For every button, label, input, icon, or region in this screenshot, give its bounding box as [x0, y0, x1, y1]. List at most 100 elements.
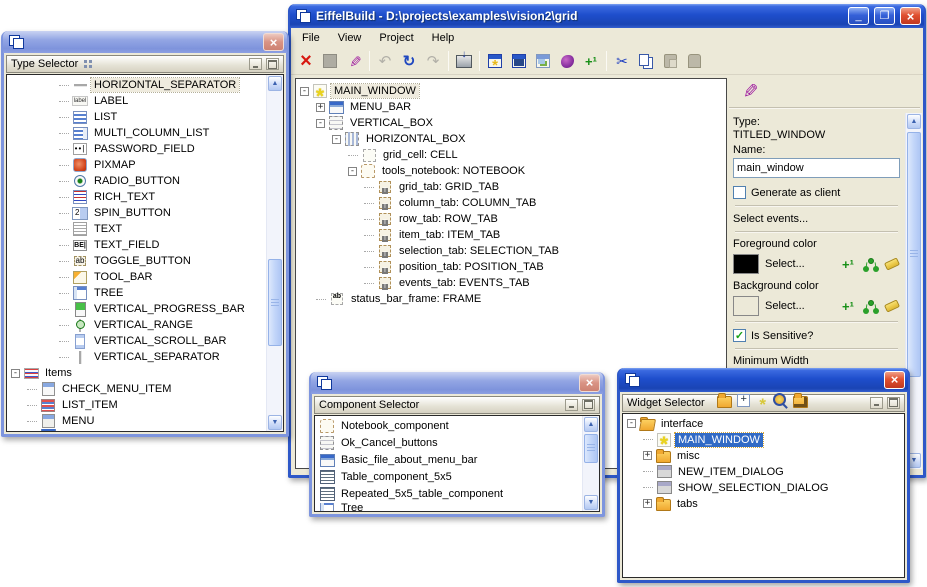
close-button[interactable]: × [263, 33, 284, 51]
menu-item-project[interactable]: Project [370, 30, 422, 46]
widget-selector-caption[interactable]: Widget Selector [622, 394, 905, 412]
type-selector-titlebar[interactable]: × [3, 31, 287, 53]
tree-row[interactable]: -tools_notebook: NOTEBOOK [296, 163, 726, 179]
tree-row[interactable]: TOOL_BAR [7, 269, 266, 285]
widget-selector-titlebar[interactable]: × [619, 368, 908, 392]
component-selector-caption[interactable]: Component Selector [314, 396, 600, 414]
collapse-toggle[interactable]: - [11, 369, 20, 378]
list-item[interactable]: Notebook_component [315, 418, 582, 435]
list-item[interactable]: Basic_file_about_menu_bar [315, 452, 582, 469]
tree-row[interactable]: grid_cell: CELL [296, 147, 726, 163]
sensitive-checkbox[interactable] [733, 329, 746, 342]
background-swatch[interactable] [733, 296, 759, 316]
close-button[interactable]: × [884, 371, 905, 389]
delete-button[interactable] [294, 50, 318, 72]
collapse-toggle[interactable]: - [332, 135, 341, 144]
color-nodes-icon[interactable] [862, 256, 878, 272]
folder-button[interactable] [717, 392, 733, 413]
tree-row[interactable]: row_tab: ROW_TAB [296, 211, 726, 227]
scroll-up-button[interactable]: ▲ [907, 114, 921, 129]
search-button[interactable] [774, 392, 790, 413]
collapse-toggle[interactable]: - [627, 419, 636, 428]
collapse-toggle[interactable]: - [348, 167, 357, 176]
tree-row[interactable]: -interface [623, 416, 904, 432]
tree-row[interactable]: events_tab: EVENTS_TAB [296, 275, 726, 291]
tree-row[interactable]: selection_tab: SELECTION_TAB [296, 243, 726, 259]
minimize-button[interactable]: _ [848, 7, 869, 25]
tree-row[interactable]: TOGGLE_BUTTON [7, 253, 266, 269]
folder-out-button[interactable] [793, 392, 809, 413]
select-events-button[interactable]: Select events... [733, 211, 900, 227]
window-gear-button[interactable] [483, 50, 507, 72]
scroll-up-button[interactable]: ▲ [268, 76, 282, 91]
list-item[interactable]: Tree [315, 503, 582, 511]
tree-row[interactable]: VERTICAL_RANGE [7, 317, 266, 333]
tree-row[interactable]: item_tab: ITEM_TAB [296, 227, 726, 243]
tree-row[interactable]: MENU [7, 413, 266, 429]
tree-row[interactable]: LIST_ITEM [7, 397, 266, 413]
close-button[interactable]: × [579, 374, 600, 392]
add-one-icon[interactable] [840, 256, 856, 272]
window-screen-button[interactable] [507, 50, 531, 72]
tree-row[interactable]: RADIO_BUTTON [7, 173, 266, 189]
tree-row[interactable]: TEXT [7, 221, 266, 237]
foreground-select-button[interactable]: Select... [765, 256, 834, 272]
scroll-thumb[interactable] [268, 259, 282, 346]
add-one-button[interactable] [579, 50, 603, 72]
tree-row[interactable]: +MENU_BAR [296, 99, 726, 115]
menu-item-help[interactable]: Help [423, 30, 464, 46]
tree-row[interactable]: PIXMAP [7, 157, 266, 173]
cut-button[interactable] [610, 50, 634, 72]
tree-row[interactable]: LABEL [7, 93, 266, 109]
expand-toggle[interactable]: + [643, 451, 652, 460]
tree-row[interactable]: +misc [623, 448, 904, 464]
panel-maximize-button[interactable] [266, 58, 279, 70]
color-nodes-icon[interactable] [862, 298, 878, 314]
tree-row[interactable] [7, 429, 266, 431]
type-selector-caption[interactable]: Type Selector [6, 55, 284, 73]
background-select-button[interactable]: Select... [765, 298, 834, 314]
build-button[interactable] [342, 50, 366, 72]
tree-row[interactable]: status_bar_frame: FRAME [296, 291, 726, 307]
tree-row[interactable]: SHOW_SELECTION_DIALOG [623, 480, 904, 496]
star-dim-button[interactable] [755, 392, 771, 413]
tree-row[interactable]: HORIZONTAL_SEPARATOR [7, 77, 266, 93]
name-input[interactable] [733, 158, 900, 178]
eraser-icon[interactable] [884, 298, 900, 314]
component-selector-titlebar[interactable]: × [311, 372, 603, 394]
scroll-down-button[interactable]: ▼ [584, 495, 598, 510]
export-button[interactable] [452, 50, 476, 72]
tree-row[interactable]: NEW_ITEM_DIALOG [623, 464, 904, 480]
tree-row[interactable]: TEXT_FIELD [7, 237, 266, 253]
tree-row[interactable]: LIST [7, 109, 266, 125]
menu-item-view[interactable]: View [329, 30, 371, 46]
tree-row[interactable]: column_tab: COLUMN_TAB [296, 195, 726, 211]
tree-row[interactable]: -VERTICAL_BOX [296, 115, 726, 131]
foreground-swatch[interactable] [733, 254, 759, 274]
list-item[interactable]: Repeated_5x5_table_component [315, 486, 582, 503]
main-window-titlebar[interactable]: EiffelBuild - D:\projects\examples\visio… [290, 4, 924, 28]
tree-row[interactable]: -MAIN_WINDOW [296, 83, 726, 99]
generate-client-checkbox[interactable] [733, 186, 746, 199]
tree-row[interactable]: CHECK_MENU_ITEM [7, 381, 266, 397]
tree-row[interactable]: VERTICAL_PROGRESS_BAR [7, 301, 266, 317]
add-grid-button[interactable] [736, 392, 752, 413]
tree-row[interactable]: grid_tab: GRID_TAB [296, 179, 726, 195]
copy-button[interactable] [634, 50, 658, 72]
panel-maximize-button[interactable] [887, 397, 900, 409]
tree-row[interactable]: MAIN_WINDOW [623, 432, 904, 448]
tree-row[interactable]: TREE [7, 285, 266, 301]
debug-button[interactable] [555, 50, 579, 72]
grid-view-icon[interactable] [82, 56, 98, 72]
tree-row[interactable]: position_tab: POSITION_TAB [296, 259, 726, 275]
add-one-icon[interactable] [840, 298, 856, 314]
collapse-toggle[interactable]: - [300, 87, 309, 96]
refresh-button[interactable] [397, 50, 421, 72]
tree-row[interactable]: VERTICAL_SCROLL_BAR [7, 333, 266, 349]
menu-item-file[interactable]: File [293, 30, 329, 46]
tree-row[interactable]: RICH_TEXT [7, 189, 266, 205]
scroll-up-button[interactable]: ▲ [584, 417, 598, 432]
window-light-button[interactable] [531, 50, 555, 72]
scroll-thumb[interactable] [584, 434, 598, 463]
component-list-scrollbar[interactable]: ▲ ▼ [582, 416, 599, 511]
